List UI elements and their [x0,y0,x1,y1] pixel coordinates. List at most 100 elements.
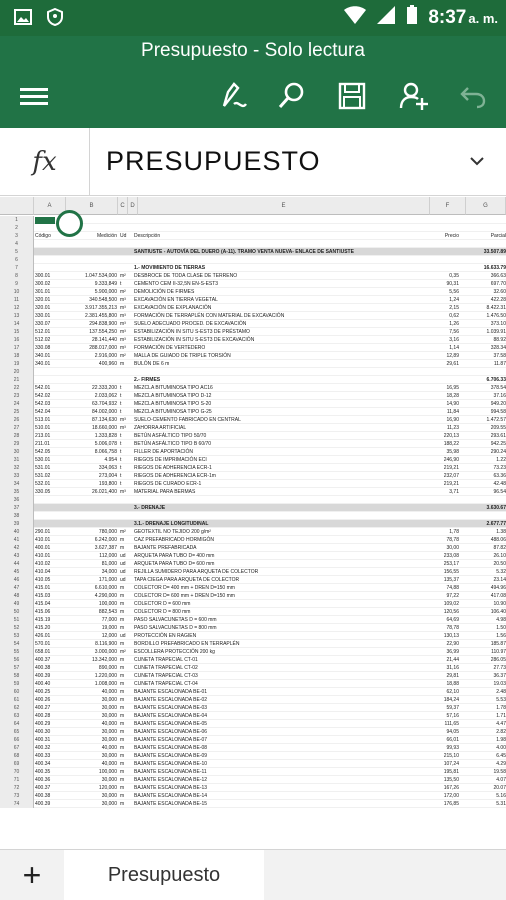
row-header[interactable]: 49 [0,600,34,608]
row-header[interactable]: 47 [0,584,34,592]
row-header[interactable]: 73 [0,792,34,800]
table-row[interactable]: 400.32 40,000 m BAJANTE ESCALONADA BE-08 99,… [34,744,506,752]
table-row[interactable]: 400.37 13.342,000 m CUNETA TRAPECIAL CT-01 2… [34,656,506,664]
table-row[interactable]: 570.01 8.116,900 m BORDILLO PREFABRICADO EN… [34,640,506,648]
row-header[interactable]: 28 [0,432,34,440]
table-row[interactable]: 531.01 334,063 t RIEGOS DE ADHERENCIA ECR-1… [34,464,506,472]
row-header[interactable]: 8 [0,272,34,280]
row-header[interactable]: 37 [0,504,34,512]
table-row[interactable]: 510.01 18.660,000 m³ ZAHORRA ARTIFICIAL 11,2… [34,424,506,432]
row-header[interactable]: 61 [0,696,34,704]
menu-icon[interactable] [18,80,50,112]
table-row[interactable]: 512.01 137.554,250 m³ ESTABILIZACIÓN IN SIT… [34,328,506,336]
empty-row[interactable] [34,512,506,520]
row-header[interactable]: 64 [0,720,34,728]
table-row[interactable]: 400.29 40,000 m BAJANTE ESCALONADA BE-05 111… [34,720,506,728]
row-header[interactable]: 63 [0,712,34,720]
table-row[interactable]: 658.01 3.000,000 m² ESCOLLERA PROTECCIÓN 20… [34,648,506,656]
row-header[interactable]: 4 [0,240,34,248]
table-row[interactable]: 415.04 100,000 m COLECTOR D = 600 mm 109,02 1… [34,600,506,608]
row-header[interactable]: 70 [0,768,34,776]
section-row[interactable]: 1.- MOVIMIENTO DE TIERRAS 16.633.79 [34,264,506,272]
row-header[interactable]: 15 [0,328,34,336]
table-row[interactable]: 400.38 30,000 m BAJANTE ESCALONADA BE-14 172… [34,792,506,800]
row-header[interactable]: 29 [0,440,34,448]
table-row[interactable]: 330.01 2.381.455,800 m³ FORMACIÓN DE TERRAP… [34,312,506,320]
row-header[interactable]: 74 [0,800,34,808]
row-header[interactable]: 57 [0,664,34,672]
sheet-tab-presupuesto[interactable]: Presupuesto [64,850,264,900]
row-header[interactable]: 9 [0,280,34,288]
row-header[interactable]: 13 [0,312,34,320]
table-row[interactable]: 410.05 171,000 ud TAPA CIEGA PARA ARQUETA D… [34,576,506,584]
row-header[interactable]: 50 [0,608,34,616]
draw-pen-icon[interactable] [218,80,250,112]
chevron-down-icon[interactable] [468,152,486,175]
table-row[interactable]: 400.38 890,000 m CUNETA TRAPECIAL CT-02 31,1… [34,664,506,672]
table-row[interactable]: 400.01 3.627,387 m BAJANTE PREFABRICADA 30,0… [34,544,506,552]
table-row[interactable]: 400.25 40,000 m BAJANTE ESCALONADA BE-01 62,… [34,688,506,696]
table-row[interactable]: 400.39 30,000 m BAJANTE ESCALONADA BE-15 176… [34,800,506,808]
column-header-c[interactable]: C [118,197,128,215]
row-header[interactable]: 24 [0,400,34,408]
table-row[interactable]: 300.01 1.047.534,000 m² DESBROCE DE TODA CL… [34,272,506,280]
table-row[interactable]: 400.34 40,000 m BAJANTE ESCALONADA BE-10 107… [34,760,506,768]
formula-content[interactable]: PRESUPUESTO [106,146,321,177]
table-row[interactable]: 512.02 28.141,440 m³ ESTABILIZACIÓN IN SITU… [34,336,506,344]
row-header[interactable]: 62 [0,704,34,712]
table-row[interactable]: 330.08 288.017,000 m³ FORMACIÓN DE VERTEDER… [34,344,506,352]
row-header[interactable]: 33 [0,472,34,480]
row-header[interactable]: 43 [0,552,34,560]
row-header[interactable]: 66 [0,736,34,744]
table-row[interactable]: 330.07 294.838,900 m³ SUELO ADECUADO PROCED… [34,320,506,328]
selection-handle[interactable] [56,210,83,237]
row-header[interactable]: 72 [0,784,34,792]
add-sheet-button[interactable]: + [0,850,64,900]
row-header[interactable]: 2 [0,224,34,232]
table-row[interactable]: 410.04 34,000 ud REJILLA SUMIDERO PARA ARQU… [34,568,506,576]
table-row[interactable]: 410.01 112,000 ud ARQUETA PARA TUBO D= 400 … [34,552,506,560]
table-row[interactable]: 542.03 63.704,932 t MEZCLA BITUMINOSA TIPO … [34,400,506,408]
row-header[interactable]: 35 [0,488,34,496]
table-header-row[interactable]: Código Medición Ud Descripción Precio Parcial [34,232,506,240]
row-header[interactable]: 27 [0,424,34,432]
row-header[interactable]: 53 [0,632,34,640]
table-row[interactable]: 542.01 22.333,200 t MEZCLA BITUMINOSA TIPO … [34,384,506,392]
row-header[interactable]: 39 [0,520,34,528]
column-header-d[interactable]: D [128,197,138,215]
row-header[interactable]: 36 [0,496,34,504]
table-row[interactable]: 400.36 30,000 m BAJANTE ESCALONADA BE-12 135… [34,776,506,784]
row-header[interactable]: 56 [0,656,34,664]
row-header[interactable]: 22 [0,384,34,392]
table-row[interactable]: 300.02 9.333,849 t CEMENTO CEM II-32,5N EN-… [34,280,506,288]
row-header[interactable]: 11 [0,296,34,304]
table-row[interactable]: 532.01 193,800 t RIEGOS DE CURADO ECR-1 219,… [34,480,506,488]
row-header[interactable]: 1 [0,216,34,224]
table-row[interactable]: 531.02 273,004 t RIEGOS DE ADHERENCIA ECR-1… [34,472,506,480]
section-row[interactable]: SANTIUSTE - AUTOVÍA DEL DUERO (A-11). TR… [34,248,506,256]
row-header[interactable]: 14 [0,320,34,328]
column-header-g[interactable]: G [466,197,506,215]
search-icon[interactable] [276,80,308,112]
column-header-f[interactable]: F [430,197,466,215]
table-row[interactable]: 410.01 6.242,000 m CAZ PREFABRICADO HORMIGÓ… [34,536,506,544]
row-header[interactable]: 40 [0,528,34,536]
row-header[interactable]: 46 [0,576,34,584]
row-header[interactable]: 10 [0,288,34,296]
row-header[interactable]: 12 [0,304,34,312]
row-header[interactable]: 44 [0,560,34,568]
row-header[interactable]: 32 [0,464,34,472]
row-header[interactable]: 5 [0,248,34,256]
row-header[interactable]: 59 [0,680,34,688]
empty-row[interactable] [34,216,506,224]
row-header[interactable]: 67 [0,744,34,752]
empty-row[interactable] [34,256,506,264]
save-icon[interactable] [336,80,368,112]
fx-icon[interactable]: fx [0,128,90,196]
row-header[interactable]: 55 [0,648,34,656]
section-row[interactable]: 3.- DRENAJE 3.630.67 [34,504,506,512]
column-header-e[interactable]: E [138,197,430,215]
table-row[interactable]: 301.01 5.900,000 m² DEMOLICIÓN DE FIRMES 5,5… [34,288,506,296]
empty-row[interactable] [34,496,506,504]
row-header[interactable]: 42 [0,544,34,552]
